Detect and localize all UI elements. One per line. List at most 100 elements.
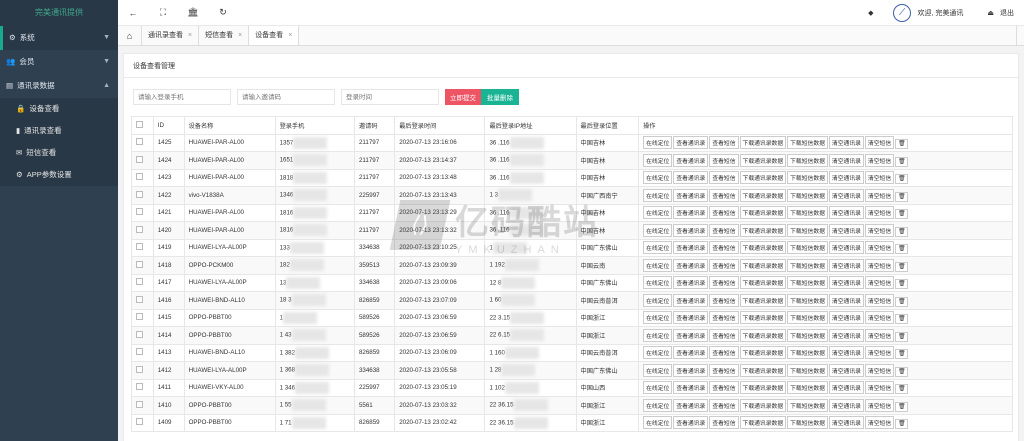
row-action-button[interactable]: 在线定位 (643, 258, 673, 272)
row-action-button[interactable]: 下载通讯录数据 (739, 293, 787, 307)
row-action-button[interactable]: 在线定位 (643, 416, 673, 430)
row-action-button[interactable]: 下载短信数据 (787, 363, 828, 377)
row-action-button[interactable]: 查看短信 (709, 223, 739, 237)
row-action-button[interactable]: 在线定位 (643, 171, 673, 185)
row-action-button[interactable]: 清空通讯录 (828, 398, 864, 412)
sidebar-item-contacts-data[interactable]: ▤ 通讯录数据 ▲ (0, 74, 118, 98)
row-action-button[interactable]: 查看通讯录 (673, 346, 709, 360)
row-checkbox[interactable] (136, 190, 143, 198)
row-action-button[interactable]: 🗑 (895, 366, 909, 377)
row-action-button[interactable]: 🗑 (895, 419, 909, 430)
row-action-button[interactable]: 查看短信 (709, 346, 739, 360)
row-checkbox[interactable] (136, 260, 143, 268)
row-action-button[interactable]: 清空短信 (864, 381, 895, 395)
row-checkbox[interactable] (136, 330, 143, 338)
row-action-button[interactable]: 清空通讯录 (828, 311, 864, 325)
row-checkbox-cell[interactable] (131, 186, 154, 205)
row-action-button[interactable]: 查看短信 (709, 328, 739, 342)
row-action-button[interactable]: 查看短信 (709, 381, 739, 395)
row-action-button[interactable]: 下载短信数据 (787, 276, 828, 290)
row-action-button[interactable]: 🗑 (895, 331, 909, 342)
row-action-button[interactable]: 下载通讯录数据 (739, 136, 787, 150)
row-checkbox-cell[interactable] (131, 168, 154, 187)
select-all-checkbox[interactable] (136, 120, 143, 128)
row-action-button[interactable]: 清空短信 (864, 311, 895, 325)
row-checkbox-cell[interactable] (131, 238, 154, 257)
row-action-button[interactable]: 🗑 (895, 209, 909, 220)
row-action-button[interactable]: 🗑 (895, 139, 909, 150)
row-action-button[interactable]: 查看通讯录 (673, 311, 709, 325)
row-checkbox-cell[interactable] (131, 361, 154, 380)
row-action-button[interactable]: 下载通讯录数据 (739, 276, 787, 290)
sidebar-item-member[interactable]: 👥 会员 ▼ (0, 50, 118, 74)
row-checkbox-cell[interactable] (131, 203, 154, 222)
logout-link[interactable]: 退出 (1000, 8, 1014, 18)
row-action-button[interactable]: 下载短信数据 (787, 223, 828, 237)
row-action-button[interactable]: 🗑 (895, 244, 909, 255)
row-action-button[interactable]: 下载短信数据 (787, 241, 828, 255)
row-action-button[interactable]: 查看短信 (709, 416, 739, 430)
sidebar-subitem-contacts[interactable]: ▮ 通讯录查看 (0, 120, 118, 142)
phone-input[interactable] (133, 89, 231, 105)
row-action-button[interactable]: 查看短信 (709, 293, 739, 307)
row-action-button[interactable]: 🗑 (895, 156, 909, 167)
row-action-button[interactable]: 在线定位 (643, 293, 673, 307)
row-action-button[interactable]: 清空短信 (864, 328, 895, 342)
row-action-button[interactable]: 清空通讯录 (828, 171, 864, 185)
row-action-button[interactable]: 🗑 (895, 279, 909, 290)
row-action-button[interactable]: 清空通讯录 (828, 258, 864, 272)
row-checkbox[interactable] (136, 208, 143, 216)
row-checkbox-cell[interactable] (131, 326, 154, 345)
row-action-button[interactable]: 清空通讯录 (828, 328, 864, 342)
row-action-button[interactable]: 查看通讯录 (673, 381, 709, 395)
close-icon[interactable]: × (238, 26, 242, 45)
row-action-button[interactable]: 在线定位 (643, 276, 673, 290)
row-action-button[interactable]: 清空短信 (864, 258, 895, 272)
row-action-button[interactable]: 下载短信数据 (787, 206, 828, 220)
tab-contacts[interactable]: 通讯录查看 × (142, 26, 200, 45)
row-action-button[interactable]: 查看短信 (709, 136, 739, 150)
row-action-button[interactable]: 清空通讯录 (828, 363, 864, 377)
row-checkbox[interactable] (136, 278, 143, 286)
row-checkbox[interactable] (136, 243, 143, 251)
row-action-button[interactable]: 查看短信 (709, 311, 739, 325)
row-action-button[interactable]: 查看短信 (709, 153, 739, 167)
row-checkbox[interactable] (136, 418, 143, 426)
row-action-button[interactable]: 清空通讯录 (828, 153, 864, 167)
row-action-button[interactable]: 查看短信 (709, 258, 739, 272)
close-icon[interactable]: × (288, 26, 292, 45)
row-action-button[interactable]: 下载通讯录数据 (739, 346, 787, 360)
tab-sms[interactable]: 短信查看 × (199, 26, 250, 45)
row-action-button[interactable]: 清空通讯录 (828, 223, 864, 237)
row-action-button[interactable]: 在线定位 (643, 223, 673, 237)
row-action-button[interactable]: 清空短信 (864, 398, 895, 412)
fullscreen-icon[interactable]: ⛶ (148, 7, 178, 18)
row-action-button[interactable]: 下载通讯录数据 (739, 258, 787, 272)
row-action-button[interactable]: 查看通讯录 (673, 328, 709, 342)
row-checkbox-cell[interactable] (131, 273, 154, 292)
row-action-button[interactable]: 清空通讯录 (828, 276, 864, 290)
home-icon[interactable]: ⌂ (118, 26, 142, 45)
row-action-button[interactable]: 下载短信数据 (787, 416, 828, 430)
row-action-button[interactable]: 清空短信 (864, 188, 895, 202)
row-action-button[interactable]: 清空短信 (864, 206, 895, 220)
row-action-button[interactable]: 下载通讯录数据 (739, 206, 787, 220)
row-action-button[interactable]: 清空通讯录 (828, 206, 864, 220)
row-checkbox-cell[interactable] (131, 151, 154, 170)
row-action-button[interactable]: 清空短信 (864, 363, 895, 377)
row-action-button[interactable]: 查看通讯录 (673, 363, 709, 377)
row-action-button[interactable]: 清空短信 (864, 346, 895, 360)
row-action-button[interactable]: 下载通讯录数据 (739, 416, 787, 430)
sidebar-subitem-app-settings[interactable]: ⚙ APP参数设置 (0, 164, 118, 186)
tag-icon[interactable]: ◆ (868, 9, 873, 17)
sidebar-subitem-device[interactable]: 🔒 设备查看 (0, 98, 118, 120)
row-action-button[interactable]: 清空短信 (864, 241, 895, 255)
row-action-button[interactable]: 下载短信数据 (787, 398, 828, 412)
row-checkbox[interactable] (136, 400, 143, 408)
row-checkbox[interactable] (136, 225, 143, 233)
row-action-button[interactable]: 🗑 (895, 191, 909, 202)
row-action-button[interactable]: 下载短信数据 (787, 171, 828, 185)
row-action-button[interactable]: 在线定位 (643, 188, 673, 202)
row-action-button[interactable]: 在线定位 (643, 381, 673, 395)
row-action-button[interactable]: 清空短信 (864, 276, 895, 290)
